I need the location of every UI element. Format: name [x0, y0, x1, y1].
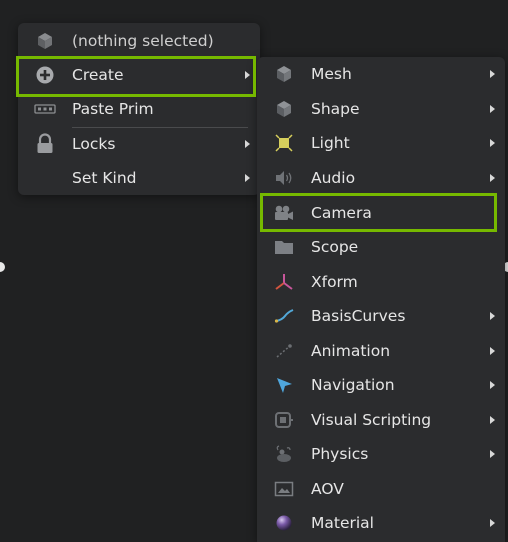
plus-circle-icon: [34, 64, 56, 86]
curve-icon: [273, 305, 295, 327]
submenu-item-shape[interactable]: Shape: [257, 92, 505, 126]
aov-image-icon: [273, 478, 295, 500]
camera-icon: [273, 202, 295, 224]
submenu-item-label: Visual Scripting: [311, 411, 432, 429]
submenu-item-camera[interactable]: Camera: [257, 196, 505, 230]
submenu-item-light[interactable]: Light: [257, 126, 505, 160]
paste-icon: [34, 98, 56, 120]
material-sphere-icon: [273, 512, 295, 534]
submenu-item-label: Material: [311, 514, 374, 532]
submenu-arrow-icon: [490, 174, 495, 182]
submenu-arrow-icon: [245, 71, 250, 79]
submenu-item-navigation[interactable]: Navigation: [257, 368, 505, 402]
submenu-item-label: Navigation: [311, 376, 395, 394]
context-menu: (nothing selected) Create Paste Prim Loc…: [18, 23, 260, 195]
submenu-item-label: Scope: [311, 238, 359, 256]
submenu-item-label: BasisCurves: [311, 307, 406, 325]
submenu-arrow-icon: [245, 140, 250, 148]
submenu-item-visual-scripting[interactable]: Visual Scripting: [257, 403, 505, 437]
create-submenu: Mesh Shape Light Audio Camera Scope Xfor…: [257, 57, 505, 542]
menu-item-create[interactable]: Create: [18, 58, 260, 92]
animation-icon: [273, 340, 295, 362]
submenu-item-label: Xform: [311, 273, 358, 291]
submenu-item-label: Animation: [311, 342, 391, 360]
submenu-arrow-icon: [245, 174, 250, 182]
submenu-item-label: Shape: [311, 100, 360, 118]
menu-item-label: Paste Prim: [72, 100, 154, 118]
menu-item-paste-prim[interactable]: Paste Prim: [18, 92, 260, 126]
visual-scripting-icon: [273, 409, 295, 431]
menu-item-nothing-selected: (nothing selected): [18, 24, 260, 58]
submenu-arrow-icon: [490, 416, 495, 424]
submenu-arrow-icon: [490, 450, 495, 458]
splitter-handle-left[interactable]: [0, 262, 5, 272]
submenu-item-label: Camera: [311, 204, 372, 222]
submenu-arrow-icon: [490, 381, 495, 389]
light-icon: [273, 132, 295, 154]
submenu-item-label: Mesh: [311, 65, 352, 83]
submenu-item-label: Audio: [311, 169, 356, 187]
submenu-item-animation[interactable]: Animation: [257, 334, 505, 368]
navigation-arrow-icon: [273, 374, 295, 396]
cube-icon: [34, 30, 56, 52]
submenu-item-basiscurves[interactable]: BasisCurves: [257, 299, 505, 333]
submenu-item-label: Physics: [311, 445, 369, 463]
menu-item-set-kind[interactable]: Set Kind: [18, 161, 260, 195]
menu-item-label: Create: [72, 66, 124, 84]
submenu-arrow-icon: [490, 347, 495, 355]
viewport-background: (nothing selected) Create Paste Prim Loc…: [0, 0, 508, 542]
submenu-item-scope[interactable]: Scope: [257, 230, 505, 264]
submenu-item-label: AOV: [311, 480, 344, 498]
submenu-arrow-icon: [490, 312, 495, 320]
menu-item-label: Set Kind: [72, 169, 137, 187]
submenu-arrow-icon: [490, 105, 495, 113]
menu-item-label: Locks: [72, 135, 116, 153]
folder-icon: [273, 236, 295, 258]
shape-cube-icon: [273, 98, 295, 120]
submenu-item-physics[interactable]: Physics: [257, 437, 505, 471]
submenu-item-aov[interactable]: AOV: [257, 472, 505, 506]
submenu-item-material[interactable]: Material: [257, 506, 505, 540]
submenu-arrow-icon: [490, 139, 495, 147]
submenu-item-audio[interactable]: Audio: [257, 161, 505, 195]
lock-icon: [34, 133, 56, 155]
submenu-item-mesh[interactable]: Mesh: [257, 57, 505, 91]
speaker-icon: [273, 167, 295, 189]
xform-axes-icon: [273, 271, 295, 293]
submenu-arrow-icon: [490, 519, 495, 527]
menu-item-locks[interactable]: Locks: [18, 127, 260, 161]
physics-icon: [273, 443, 295, 465]
menu-item-label: (nothing selected): [72, 32, 214, 50]
mesh-cube-icon: [273, 63, 295, 85]
submenu-item-label: Light: [311, 134, 350, 152]
submenu-arrow-icon: [490, 70, 495, 78]
submenu-item-xform[interactable]: Xform: [257, 265, 505, 299]
